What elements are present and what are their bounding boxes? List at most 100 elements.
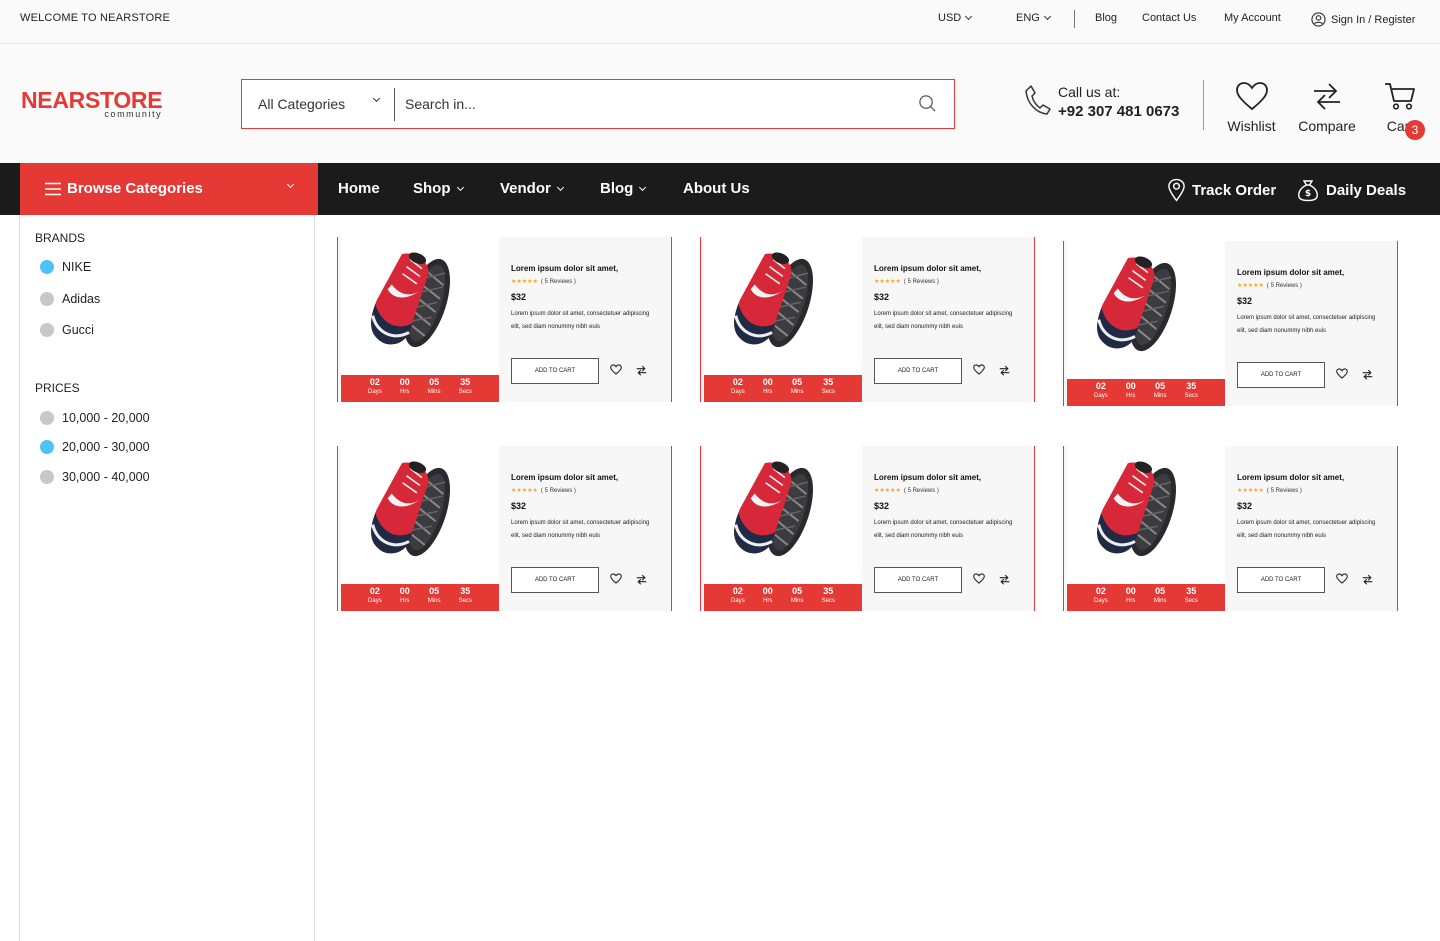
- filter-brand-gucci[interactable]: Gucci: [40, 323, 94, 337]
- filter-price-3[interactable]: 30,000 - 40,000: [40, 470, 150, 484]
- heart-icon[interactable]: [1336, 573, 1348, 584]
- signin-link[interactable]: Sign In / Register: [1311, 12, 1415, 27]
- product-card[interactable]: 02 Days 00 Hrs 05 Mins 35 Secs Lorem ipsum d…: [337, 446, 672, 611]
- countdown-days: 02 Days: [1094, 382, 1108, 406]
- countdown-unit: Hrs: [763, 389, 773, 395]
- compare-button[interactable]: Compare: [1296, 81, 1358, 134]
- filter-price-1[interactable]: 10,000 - 20,000: [40, 411, 150, 425]
- heart-icon[interactable]: [973, 364, 985, 375]
- product-card[interactable]: 02 Days 00 Hrs 05 Mins 35 Secs Lorem ipsum d…: [1063, 446, 1398, 611]
- daily-deals-link[interactable]: $ Daily Deals: [1296, 178, 1406, 202]
- product-card[interactable]: 02 Days 00 Hrs 05 Mins 35 Secs Lorem ipsum d…: [1063, 241, 1398, 406]
- heart-icon[interactable]: [1336, 368, 1348, 379]
- heart-icon[interactable]: [610, 573, 622, 584]
- add-to-cart-button[interactable]: ADD TO CART: [511, 358, 599, 384]
- radio-unselected[interactable]: [40, 411, 54, 425]
- countdown-minutes: 05 Mins: [791, 587, 804, 611]
- product-title[interactable]: Lorem ipsum dolor sit amet,: [874, 473, 981, 482]
- filter-brand-nike[interactable]: NIKE: [40, 260, 91, 274]
- welcome-text: WELCOME TO NEARSTORE: [20, 12, 171, 24]
- star-icons: ★★★★★: [874, 279, 901, 285]
- product-description: Lorem ipsum dolor sit amet, consectetuer…: [1237, 520, 1376, 539]
- product-title[interactable]: Lorem ipsum dolor sit amet,: [511, 473, 618, 482]
- heart-icon[interactable]: [610, 364, 622, 375]
- add-to-cart-button[interactable]: ADD TO CART: [874, 358, 962, 384]
- countdown-hours: 00 Hrs: [763, 587, 773, 611]
- chevron-down-icon: [286, 180, 295, 189]
- radio-selected[interactable]: [40, 440, 54, 454]
- brands-heading: BRANDS: [35, 231, 86, 245]
- logo[interactable]: NEARSTORE community: [21, 89, 163, 120]
- compare-icon[interactable]: [635, 574, 648, 585]
- wishlist-button[interactable]: Wishlist: [1224, 81, 1279, 134]
- phone-number[interactable]: +92 307 481 0673: [1058, 103, 1179, 120]
- countdown-unit: Days: [368, 389, 382, 395]
- currency-select[interactable]: USD: [938, 12, 973, 24]
- countdown-unit: Hrs: [1126, 393, 1136, 399]
- compare-icon[interactable]: [1361, 574, 1374, 585]
- countdown-seconds: 35 Secs: [1185, 587, 1198, 611]
- divider: [1074, 10, 1075, 28]
- countdown-value: 02: [1095, 586, 1106, 596]
- countdown-timer: 02 Days 00 Hrs 05 Mins 35 Secs: [341, 584, 499, 611]
- countdown-unit: Hrs: [400, 389, 410, 395]
- wishlist-label: Wishlist: [1227, 118, 1276, 134]
- language-select[interactable]: ENG: [1016, 12, 1051, 24]
- track-order-link[interactable]: Track Order: [1167, 178, 1276, 202]
- compare-label: Compare: [1298, 118, 1356, 134]
- countdown-value: 02: [1095, 381, 1106, 391]
- countdown-minutes: 05 Mins: [428, 378, 441, 402]
- product-title[interactable]: Lorem ipsum dolor sit amet,: [511, 264, 618, 273]
- product-title[interactable]: Lorem ipsum dolor sit amet,: [1237, 268, 1344, 277]
- review-count: ( 5 Reviews ): [903, 488, 939, 494]
- search-input[interactable]: [405, 90, 905, 118]
- radio-unselected[interactable]: [40, 292, 54, 306]
- countdown-unit: Secs: [1184, 393, 1198, 399]
- chevron-down-icon[interactable]: [372, 94, 381, 103]
- heart-icon[interactable]: [973, 573, 985, 584]
- filter-brand-adidas[interactable]: Adidas: [40, 292, 100, 306]
- product-price: $32: [1237, 296, 1253, 306]
- nav-shop[interactable]: Shop: [413, 180, 464, 197]
- radio-unselected[interactable]: [40, 470, 54, 484]
- nav-vendor[interactable]: Vendor: [500, 180, 564, 197]
- add-to-cart-button[interactable]: ADD TO CART: [1237, 567, 1325, 593]
- compare-icon[interactable]: [635, 365, 648, 376]
- add-to-cart-button[interactable]: ADD TO CART: [874, 567, 962, 593]
- star-icons: ★★★★★: [1237, 283, 1264, 289]
- location-pin-icon: [1168, 178, 1185, 202]
- product-card[interactable]: 02 Days 00 Hrs 05 Mins 35 Secs Lorem ipsum d…: [700, 446, 1035, 611]
- main-nav: Browse Categories Home Shop Vendor Blog …: [0, 163, 1440, 215]
- radio-selected[interactable]: [40, 260, 54, 274]
- countdown-timer: 02 Days 00 Hrs 05 Mins 35 Secs: [704, 584, 862, 611]
- product-description: Lorem ipsum dolor sit amet, consectetuer…: [874, 311, 1013, 330]
- browse-categories-button[interactable]: Browse Categories: [20, 163, 318, 215]
- radio-unselected[interactable]: [40, 323, 54, 337]
- contact-link[interactable]: Contact Us: [1142, 12, 1196, 24]
- nav-home[interactable]: Home: [338, 180, 380, 197]
- product-title[interactable]: Lorem ipsum dolor sit amet,: [1237, 473, 1344, 482]
- countdown-unit: Hrs: [400, 598, 410, 604]
- compare-icon[interactable]: [998, 574, 1011, 585]
- countdown-value: 35: [823, 377, 834, 387]
- add-to-cart-button[interactable]: ADD TO CART: [511, 567, 599, 593]
- product-title[interactable]: Lorem ipsum dolor sit amet,: [874, 264, 981, 273]
- countdown-value: 35: [1186, 381, 1197, 391]
- blog-link[interactable]: Blog: [1095, 12, 1117, 24]
- product-description: Lorem ipsum dolor sit amet, consectetuer…: [874, 520, 1013, 539]
- header: NEARSTORE community All Categories Call …: [0, 44, 1440, 163]
- category-select[interactable]: All Categories: [258, 96, 345, 112]
- product-price: $32: [511, 501, 527, 511]
- search-icon[interactable]: [918, 94, 937, 113]
- add-to-cart-button[interactable]: ADD TO CART: [1237, 362, 1325, 388]
- my-account-link[interactable]: My Account: [1224, 12, 1281, 24]
- nav-about[interactable]: About Us: [683, 180, 750, 197]
- product-card[interactable]: 02 Days 00 Hrs 05 Mins 35 Secs Lorem ipsum d…: [337, 237, 672, 402]
- compare-icon[interactable]: [998, 365, 1011, 376]
- heart-icon: [1235, 82, 1268, 111]
- divider: [1203, 80, 1204, 130]
- product-card[interactable]: 02 Days 00 Hrs 05 Mins 35 Secs Lorem ipsum d…: [700, 237, 1035, 402]
- filter-price-2[interactable]: 20,000 - 30,000: [40, 440, 150, 454]
- nav-blog[interactable]: Blog: [600, 180, 647, 197]
- compare-icon[interactable]: [1361, 369, 1374, 380]
